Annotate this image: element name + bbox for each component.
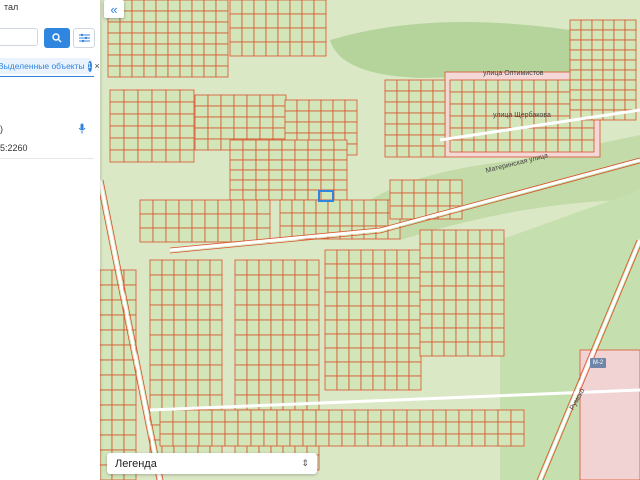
search-button[interactable] — [44, 28, 70, 48]
street-label-optimistov: улица Оптимистов — [483, 70, 544, 77]
legend-dropdown[interactable]: Легенда ⇕ — [107, 453, 317, 474]
chevron-updown-icon: ⇕ — [301, 458, 309, 468]
tab-selected-objects-label: Выделенные объекты — [0, 61, 85, 71]
cadastral-map[interactable] — [100, 0, 640, 480]
portal-title: тал — [4, 2, 19, 12]
double-chevron-left-icon: « — [110, 1, 118, 17]
search-input[interactable] — [0, 28, 38, 46]
selected-count-badge: 1 — [87, 60, 92, 72]
map-canvas[interactable] — [100, 0, 640, 480]
cadastral-number: 5:2260 — [0, 143, 28, 153]
close-icon[interactable]: × — [95, 61, 100, 71]
street-label-sherbakova: улица Щербакова — [493, 112, 551, 119]
tab-selected-objects[interactable]: Выделенные объекты 1 × — [0, 58, 100, 74]
collapse-panel-button[interactable]: « — [104, 0, 124, 18]
divider — [0, 158, 94, 159]
road-shield: М-2 — [590, 358, 606, 368]
tab-underline — [0, 76, 94, 77]
filter-button[interactable] — [73, 28, 95, 48]
legend-label: Легенда — [115, 457, 157, 470]
filter-icon — [78, 33, 90, 43]
search-icon — [52, 33, 62, 43]
microphone-icon[interactable] — [78, 123, 86, 134]
side-panel: тал Выделенные объекты 1 × ) 5:2260 — [0, 0, 100, 480]
object-address: ) — [0, 124, 3, 134]
